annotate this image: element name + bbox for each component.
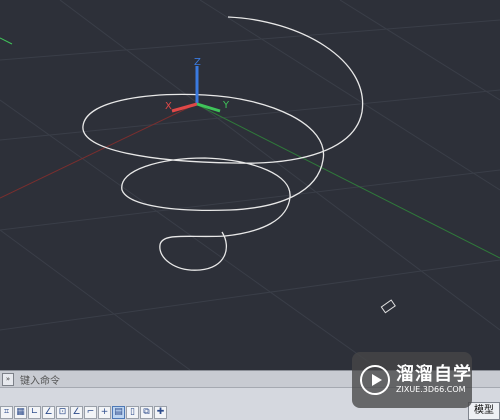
command-history-button[interactable]: » — [2, 372, 14, 386]
annotation-icon[interactable]: ✚ — [154, 405, 167, 419]
selection-cycling-icon[interactable]: ⧉ — [140, 405, 153, 419]
osnap-icon[interactable]: ⊡ — [56, 405, 69, 419]
command-input[interactable]: 键入命令 — [20, 372, 60, 387]
status-toolbar: ⌗ ▦ ∟ ∠ ⊡ ∠ ⌐ + ▤ ▯ ⧉ ✚ — [0, 404, 168, 420]
helix-curve[interactable] — [82, 16, 364, 271]
grid-icon[interactable]: ▦ — [14, 405, 27, 419]
axis-fragment — [0, 37, 13, 45]
snap-icon[interactable]: ⌗ — [0, 405, 13, 419]
dyn-icon[interactable]: + — [98, 405, 111, 419]
quickprops-icon[interactable]: ▯ — [126, 405, 139, 419]
otrack-icon[interactable]: ∠ — [70, 405, 83, 419]
watermark-subtitle: ZIXUE.3D66.COM — [396, 385, 466, 394]
lineweight-icon[interactable]: ▤ — [112, 405, 125, 419]
polar-icon[interactable]: ∠ — [42, 405, 55, 419]
world-y-axis-line — [195, 103, 500, 259]
ucs-z-label: Z — [194, 57, 201, 68]
world-x-axis-line — [0, 103, 197, 199]
watermark-title: 溜溜自学 — [396, 364, 472, 385]
drawing-viewport[interactable]: Z X Y — [0, 0, 500, 370]
viewport-canvas[interactable]: Z X Y — [0, 0, 500, 370]
ucs-x-label: X — [165, 101, 172, 112]
ucs-y-label: Y — [222, 100, 230, 111]
small-cube-icon[interactable] — [380, 299, 396, 314]
grid — [0, 0, 500, 370]
watermark-play-logo-icon — [360, 365, 390, 395]
watermark: 溜溜自学 ZIXUE.3D66.COM — [352, 352, 472, 408]
ducs-icon[interactable]: ⌐ — [84, 405, 97, 419]
ortho-icon[interactable]: ∟ — [28, 405, 41, 419]
model-tab[interactable]: 模型 — [468, 402, 500, 420]
ucs-icon: Z X Y — [165, 57, 230, 113]
